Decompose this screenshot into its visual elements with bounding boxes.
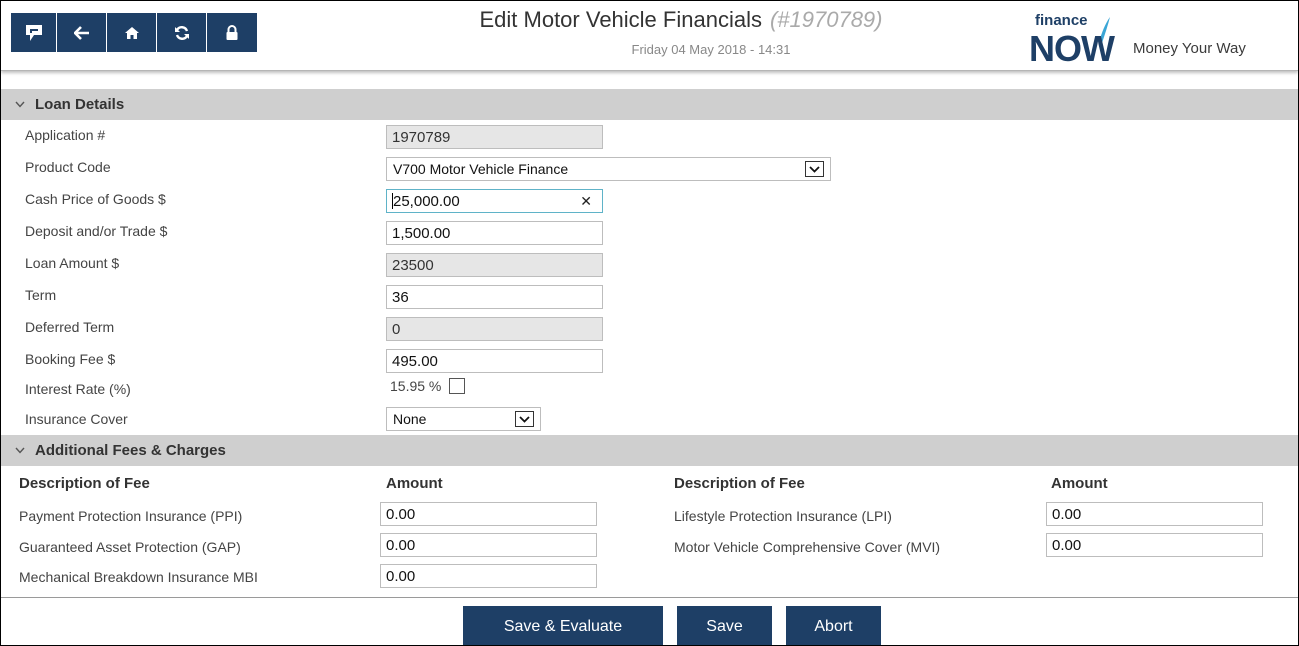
app-window: Edit Motor Vehicle Financials (#1970789) … xyxy=(0,0,1299,646)
save-evaluate-button[interactable]: Save & Evaluate xyxy=(463,606,663,645)
fee-description-header-right: Description of Fee xyxy=(674,475,805,492)
fee-amount-header-left: Amount xyxy=(386,475,443,492)
booking-fee-label: Booking Fee $ xyxy=(25,351,116,367)
fees-section-title: Additional Fees & Charges xyxy=(35,442,226,459)
brand-logo: finance NOW Money Your Way xyxy=(1021,10,1298,69)
ppi-input[interactable]: 0.00 xyxy=(380,502,597,526)
footer-divider xyxy=(1,597,1298,598)
save-button[interactable]: Save xyxy=(677,606,772,645)
chevron-down-icon xyxy=(15,445,27,457)
abort-button[interactable]: Abort xyxy=(786,606,881,645)
clear-icon[interactable]: ✕ xyxy=(580,193,592,210)
back-button[interactable] xyxy=(57,13,107,52)
app-logo-button[interactable] xyxy=(11,13,57,52)
mvi-label: Motor Vehicle Comprehensive Cover (MVI) xyxy=(674,539,941,555)
lock-icon xyxy=(226,24,238,40)
application-no-field: 1970789 xyxy=(386,125,603,149)
brand-slogan: Money Your Way xyxy=(1133,40,1246,57)
loan-amount-field: 23500 xyxy=(386,253,603,277)
page-title: Edit Motor Vehicle Financials (#1970789) xyxy=(479,7,883,32)
interest-rate-value: 15.95 % xyxy=(390,378,442,394)
product-code-value: V700 Motor Vehicle Finance xyxy=(393,161,569,177)
loan-details-section-title: Loan Details xyxy=(35,96,125,113)
deferred-term-label: Deferred Term xyxy=(25,319,115,335)
lock-button[interactable] xyxy=(207,13,257,52)
interest-rate-checkbox[interactable] xyxy=(449,378,466,394)
refresh-icon xyxy=(174,25,189,40)
page-datetime: Friday 04 May 2018 - 14:31 xyxy=(631,42,791,57)
cash-price-value: 25,000.00 xyxy=(393,192,460,210)
deposit-input[interactable]: 1,500.00 xyxy=(386,221,603,245)
product-code-select[interactable]: V700 Motor Vehicle Finance xyxy=(386,157,831,181)
gap-label: Guaranteed Asset Protection (GAP) xyxy=(19,539,241,555)
chevron-down-icon xyxy=(15,99,27,111)
mbi-input[interactable]: 0.00 xyxy=(380,564,597,588)
product-code-label: Product Code xyxy=(25,159,111,175)
insurance-cover-label: Insurance Cover xyxy=(25,411,128,427)
booking-fee-input[interactable]: 495.00 xyxy=(386,349,603,373)
refresh-button[interactable] xyxy=(157,13,207,52)
logo-icon xyxy=(25,24,42,41)
application-no-label: Application # xyxy=(25,127,106,143)
toolbar xyxy=(11,13,257,52)
fee-description-header-left: Description of Fee xyxy=(19,475,150,492)
cash-price-label: Cash Price of Goods $ xyxy=(25,191,166,207)
loan-amount-label: Loan Amount $ xyxy=(25,255,120,271)
ppi-label: Payment Protection Insurance (PPI) xyxy=(19,508,243,524)
term-label: Term xyxy=(25,287,57,303)
fees-section-header[interactable]: Additional Fees & Charges xyxy=(1,435,1298,466)
fee-amount-header-right: Amount xyxy=(1051,475,1108,492)
application-reference: (#1970789) xyxy=(769,7,883,32)
brand-large-text: NOW xyxy=(1029,28,1115,69)
home-button[interactable] xyxy=(107,13,157,52)
mvi-input[interactable]: 0.00 xyxy=(1046,533,1263,557)
brand-small-text: finance xyxy=(1035,12,1088,29)
deferred-term-field: 0 xyxy=(386,317,603,341)
chevron-down-icon[interactable] xyxy=(515,411,534,427)
cash-price-input[interactable]: 25,000.00 ✕ xyxy=(386,189,603,213)
mbi-label: Mechanical Breakdown Insurance MBI xyxy=(19,569,258,585)
lpi-label: Lifestyle Protection Insurance (LPI) xyxy=(674,508,892,524)
lpi-input[interactable]: 0.00 xyxy=(1046,502,1263,526)
insurance-cover-select[interactable]: None xyxy=(386,407,541,431)
term-input[interactable]: 36 xyxy=(386,285,603,309)
interest-rate-group: 15.95 % xyxy=(390,378,466,394)
chevron-down-icon[interactable] xyxy=(805,161,824,177)
home-icon xyxy=(124,26,139,39)
deposit-label: Deposit and/or Trade $ xyxy=(25,223,168,239)
arrow-left-icon xyxy=(73,25,89,40)
insurance-cover-value: None xyxy=(393,411,427,427)
interest-rate-label: Interest Rate (%) xyxy=(25,381,131,397)
gap-input[interactable]: 0.00 xyxy=(380,533,597,557)
title-block: Edit Motor Vehicle Financials (#1970789) … xyxy=(401,7,961,57)
page-header: Edit Motor Vehicle Financials (#1970789) … xyxy=(1,1,1298,71)
loan-details-section-header[interactable]: Loan Details xyxy=(1,89,1298,120)
